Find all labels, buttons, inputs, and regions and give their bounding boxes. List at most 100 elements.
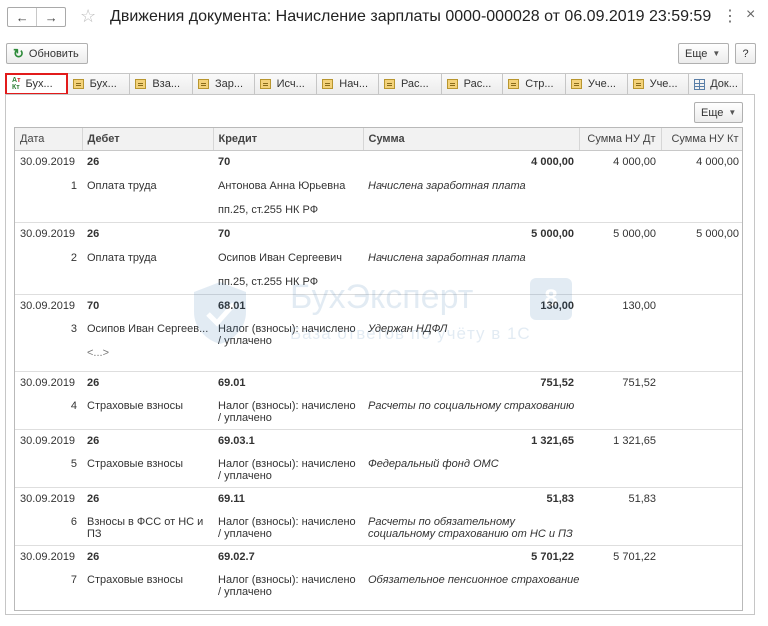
panel-more-button[interactable]: Еще ▼ [694, 102, 743, 123]
table-row-detail[interactable]: <...> [15, 347, 742, 371]
register-tabs: Ат Кт Бух... Бух... Вза... Зар... Исч... … [5, 73, 743, 95]
refresh-label: Обновить [28, 47, 79, 60]
row-nu-dt: 1 321,65 [579, 428, 661, 453]
table-row[interactable]: 30.09.2019 26 70 4 000,00 4 000,00 4 000… [15, 150, 742, 174]
tab-label: Зар... [214, 78, 244, 90]
tab-5[interactable]: Исч... [254, 73, 318, 95]
table-row-detail[interactable]: 4 Страховые взносы Налог (взносы): начис… [15, 395, 742, 429]
row-credit: 68.01 [213, 293, 363, 318]
row-nu-kt [661, 486, 742, 511]
tab-label: Бух... [25, 78, 53, 90]
tab-8[interactable]: Рас... [441, 73, 504, 95]
table-row[interactable]: 30.09.2019 26 69.01 751,52 751,52 [15, 370, 742, 395]
row-date: 30.09.2019 [15, 221, 82, 246]
favorite-star-icon[interactable]: ☆ [80, 6, 96, 27]
forward-button[interactable]: → [36, 8, 65, 26]
row-sum: 5 000,00 [363, 221, 579, 246]
table-row-detail[interactable]: 7 Страховые взносы Налог (взносы): начис… [15, 569, 742, 603]
row-number: 3 [70, 323, 77, 335]
table-row-detail[interactable]: 3 Осипов Иван Сергеев... Налог (взносы):… [15, 318, 742, 347]
row-credit-subconto: Антонова Анна Юрьевна [218, 180, 346, 192]
row-content: Обязательное пенсионное страхование [368, 574, 579, 586]
row-debit: 26 [87, 156, 100, 169]
row-number: 2 [70, 252, 77, 264]
table-row[interactable]: 30.09.2019 26 69.11 51,83 51,83 [15, 486, 742, 511]
row-debit-subconto: Оплата труда [87, 180, 157, 192]
table-row[interactable]: 30.09.2019 26 69.03.1 1 321,65 1 321,65 [15, 428, 742, 453]
row-debit-subconto-2: <...> [87, 347, 110, 359]
table-row-detail[interactable]: 2 Оплата труда Осипов Иван Сергеевич Нач… [15, 246, 742, 270]
row-debit-subconto: Страховые взносы [87, 400, 183, 412]
table-row-detail[interactable]: пп.25, ст.255 НК РФ [15, 198, 742, 222]
column-header-sum-nu-kt[interactable]: Сумма НУ Кт [661, 128, 742, 151]
table-row-detail[interactable]: 6 Взносы в ФСС от НС и ПЗ Налог (взносы)… [15, 511, 742, 545]
chevron-down-icon: ▼ [712, 49, 721, 58]
row-sum: 751,52 [363, 370, 579, 395]
row-content: Начислена заработная плата [368, 180, 526, 192]
table-row[interactable]: 30.09.2019 26 69.02.7 5 701,22 5 701,22 [15, 544, 742, 569]
row-debit: 26 [82, 544, 213, 569]
row-nu-dt: 4 000,00 [613, 156, 656, 169]
debit-credit-icon: Ат Кт [12, 77, 21, 91]
row-credit: 69.01 [213, 370, 363, 395]
tab-7[interactable]: Рас... [378, 73, 442, 95]
tab-9[interactable]: Стр... [503, 73, 566, 95]
tab-label: Рас... [463, 78, 492, 90]
row-credit: 69.03.1 [213, 428, 363, 453]
table-row[interactable]: 30.09.2019 70 68.01 130,00 130,00 [15, 293, 742, 318]
tab-10[interactable]: Уче... [565, 73, 628, 95]
help-label: ? [742, 47, 749, 60]
row-nu-kt: 5 000,00 [661, 221, 742, 246]
tab-2[interactable]: Бух... [67, 73, 131, 95]
row-sum: 1 321,65 [363, 428, 579, 453]
help-button[interactable]: ? [735, 43, 756, 64]
table-row-detail[interactable]: 1 Оплата труда Антонова Анна Юрьевна Нач… [15, 174, 742, 198]
row-nu-kt [661, 544, 742, 569]
row-credit-subconto: Осипов Иван Сергеевич [218, 252, 342, 264]
table-row[interactable]: 30.09.2019 26 70 5 000,00 5 000,00 5 000… [15, 221, 742, 246]
tab-4[interactable]: Зар... [192, 73, 255, 95]
row-debit-subconto: Страховые взносы [87, 458, 183, 470]
register-icon [322, 79, 334, 89]
more-label: Еще [685, 47, 708, 60]
row-debit: 26 [82, 486, 213, 511]
row-debit-subconto: Осипов Иван Сергеев... [87, 323, 209, 335]
row-credit: 70 [218, 156, 231, 169]
tab-accounting-entries[interactable]: Ат Кт Бух... [5, 73, 68, 95]
table-row-detail[interactable]: пп.25, ст.255 НК РФ [15, 270, 742, 294]
column-header-sum-nu-dt[interactable]: Сумма НУ Дт [579, 128, 662, 151]
row-credit-subconto: Налог (взносы): начислено / уплачено [218, 574, 356, 598]
register-icon [383, 79, 395, 89]
close-icon[interactable]: × [746, 6, 755, 24]
row-sum: 5 701,22 [363, 544, 579, 569]
tab-3[interactable]: Вза... [130, 73, 193, 95]
register-icon [197, 79, 209, 89]
tab-12[interactable]: Док... [689, 73, 743, 95]
column-header-debit[interactable]: Дебет [82, 128, 214, 151]
column-header-date[interactable]: Дата [15, 128, 83, 151]
column-header-credit[interactable]: Кредит [213, 128, 364, 151]
row-credit-subconto: Налог (взносы): начислено / уплачено [218, 400, 356, 424]
back-button[interactable]: ← [8, 8, 36, 26]
row-nu-dt: 751,52 [579, 370, 661, 395]
refresh-icon: ↻ [13, 45, 24, 61]
tab-11[interactable]: Уче... [627, 73, 690, 95]
row-date: 30.09.2019 [15, 293, 82, 318]
row-number: 6 [70, 516, 77, 528]
table-header: Дата Дебет Кредит Сумма Сумма НУ Дт Сумм… [15, 128, 742, 151]
row-sum: 51,83 [363, 486, 579, 511]
row-number: 5 [70, 458, 77, 470]
more-button[interactable]: Еще ▼ [678, 43, 729, 64]
row-credit-subconto-2: пп.25, ст.255 НК РФ [218, 203, 319, 216]
row-nu-kt [661, 370, 742, 395]
table-row-detail[interactable]: 5 Страховые взносы Налог (взносы): начис… [15, 453, 742, 487]
row-nu-kt: 4 000,00 [696, 156, 739, 169]
row-credit-subconto: Налог (взносы): начислено / уплачено [218, 458, 356, 482]
column-header-sum[interactable]: Сумма [363, 128, 580, 151]
tab-6[interactable]: Нач... [317, 73, 379, 95]
tab-label: Бух... [89, 78, 117, 90]
refresh-button[interactable]: ↻ Обновить [6, 43, 88, 64]
more-options-icon[interactable]: ⋮ [722, 6, 739, 26]
entries-table[interactable]: Дата Дебет Кредит Сумма Сумма НУ Дт Сумм… [14, 127, 743, 611]
row-content: Федеральный фонд ОМС [368, 458, 499, 470]
